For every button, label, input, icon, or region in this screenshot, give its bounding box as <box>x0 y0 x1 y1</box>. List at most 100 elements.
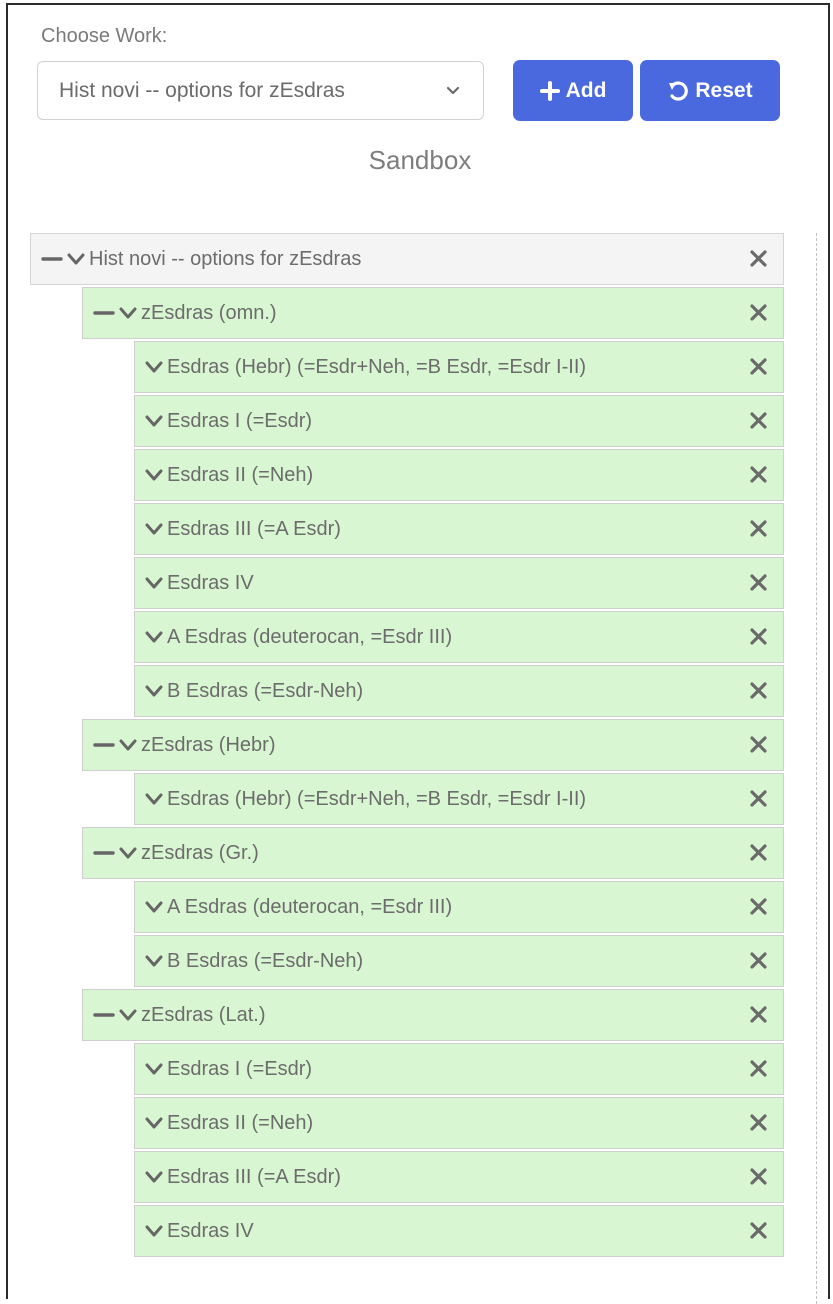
close-icon[interactable] <box>749 1059 768 1078</box>
tree-item-label: Esdras IV <box>167 1219 254 1242</box>
close-icon[interactable] <box>749 573 768 592</box>
chevron-down-icon[interactable] <box>145 468 163 482</box>
chevron-down-icon[interactable] <box>145 1116 163 1130</box>
add-button-label: Add <box>565 78 607 102</box>
tree-item[interactable]: Esdras (Hebr) (=Esdr+Neh, =B Esdr, =Esdr… <box>134 773 784 825</box>
plus-icon <box>539 80 560 101</box>
close-icon[interactable] <box>749 1113 768 1132</box>
close-icon[interactable] <box>749 357 768 376</box>
choose-work-label: Choose Work: <box>41 25 168 47</box>
close-icon[interactable] <box>749 627 768 646</box>
close-icon[interactable] <box>749 843 768 862</box>
tree-item-controls <box>135 1062 163 1076</box>
close-icon[interactable] <box>749 303 768 322</box>
tree-item-label: A Esdras (deuterocan, =Esdr III) <box>167 625 453 648</box>
work-select-value: Hist novi -- options for zEsdras <box>59 78 345 102</box>
tree-item-label: Esdras III (=A Esdr) <box>167 1165 341 1188</box>
chevron-down-icon[interactable] <box>145 630 163 644</box>
tree-item[interactable]: Esdras III (=A Esdr) <box>134 503 784 555</box>
sandbox-title: Sandbox <box>368 145 472 175</box>
tree-item-label: Esdras (Hebr) (=Esdr+Neh, =B Esdr, =Esdr… <box>167 355 587 378</box>
tree-item[interactable]: Esdras II (=Neh) <box>134 1097 784 1149</box>
collapse-minus-icon[interactable] <box>93 739 115 751</box>
collapse-minus-icon[interactable] <box>93 1009 115 1021</box>
chevron-down-icon[interactable] <box>119 306 137 320</box>
tree-item-label: zEsdras (omn.) <box>141 301 277 324</box>
tree-item-controls <box>135 576 163 590</box>
tree-item[interactable]: Esdras II (=Neh) <box>134 449 784 501</box>
tree-item[interactable]: zEsdras (Gr.) <box>82 827 784 879</box>
tree-item[interactable]: zEsdras (omn.) <box>82 287 784 339</box>
close-icon[interactable] <box>749 789 768 808</box>
tree-item[interactable]: Esdras I (=Esdr) <box>134 1043 784 1095</box>
sandbox-panel: Choose Work: Hist novi -- options for zE… <box>6 3 830 1304</box>
tree-item[interactable]: Esdras IV <box>134 1205 784 1257</box>
tree-item-label: Esdras I (=Esdr) <box>167 409 313 432</box>
collapse-minus-icon[interactable] <box>93 307 115 319</box>
tree-item[interactable]: A Esdras (deuterocan, =Esdr III) <box>134 881 784 933</box>
chevron-down-icon[interactable] <box>145 684 163 698</box>
close-icon[interactable] <box>749 951 768 970</box>
close-icon[interactable] <box>749 519 768 538</box>
tree-item-controls <box>135 684 163 698</box>
undo-icon <box>669 80 689 101</box>
tree-item[interactable]: zEsdras (Hebr) <box>82 719 784 771</box>
tree-item-controls <box>135 1224 163 1238</box>
tree-item-controls <box>135 414 163 428</box>
chevron-down-icon[interactable] <box>67 252 85 266</box>
chevron-down-icon[interactable] <box>145 900 163 914</box>
close-icon[interactable] <box>749 1221 768 1240</box>
chevron-down-icon[interactable] <box>145 954 163 968</box>
tree-item-label: Hist novi -- options for zEsdras <box>89 247 362 270</box>
close-icon[interactable] <box>749 897 768 916</box>
tree-item-controls <box>135 468 163 482</box>
chevron-down-icon[interactable] <box>119 1008 137 1022</box>
collapse-minus-icon[interactable] <box>41 253 63 265</box>
close-icon[interactable] <box>749 249 768 268</box>
tree-item[interactable]: Esdras I (=Esdr) <box>134 395 784 447</box>
close-icon[interactable] <box>749 1005 768 1024</box>
tree-item[interactable]: B Esdras (=Esdr-Neh) <box>134 935 784 987</box>
tree-item-label: Esdras II (=Neh) <box>167 463 314 486</box>
chevron-down-icon[interactable] <box>145 1170 163 1184</box>
add-button[interactable]: Add <box>513 60 633 121</box>
close-icon[interactable] <box>749 735 768 754</box>
tree-item-controls <box>135 900 163 914</box>
chevron-down-icon[interactable] <box>145 360 163 374</box>
chevron-down-icon <box>446 86 460 95</box>
tree-item[interactable]: Esdras III (=A Esdr) <box>134 1151 784 1203</box>
tree-item[interactable]: Esdras IV <box>134 557 784 609</box>
reset-button[interactable]: Reset <box>640 60 780 121</box>
tree-item-label: zEsdras (Hebr) <box>141 733 276 756</box>
tree-item-label: Esdras (Hebr) (=Esdr+Neh, =B Esdr, =Esdr… <box>167 787 587 810</box>
tree-item-controls <box>135 1170 163 1184</box>
tree-item-controls <box>135 1116 163 1130</box>
tree-item-controls <box>135 792 163 806</box>
close-icon[interactable] <box>749 1167 768 1186</box>
tree-item-controls <box>135 630 163 644</box>
tree-item[interactable]: B Esdras (=Esdr-Neh) <box>134 665 784 717</box>
chevron-down-icon[interactable] <box>119 738 137 752</box>
close-icon[interactable] <box>749 411 768 430</box>
chevron-down-icon[interactable] <box>145 522 163 536</box>
tree-item-label: Esdras II (=Neh) <box>167 1111 314 1134</box>
collapse-minus-icon[interactable] <box>93 847 115 859</box>
tree-root-item[interactable]: Hist novi -- options for zEsdras <box>30 233 784 285</box>
close-icon[interactable] <box>749 465 768 484</box>
tree-item-label: B Esdras (=Esdr-Neh) <box>167 679 364 702</box>
work-select[interactable]: Hist novi -- options for zEsdras <box>37 61 484 120</box>
chevron-down-icon[interactable] <box>145 1224 163 1238</box>
chevron-down-icon[interactable] <box>145 792 163 806</box>
tree-item-label: B Esdras (=Esdr-Neh) <box>167 949 364 972</box>
tree-item[interactable]: A Esdras (deuterocan, =Esdr III) <box>134 611 784 663</box>
tree-item[interactable]: Esdras (Hebr) (=Esdr+Neh, =B Esdr, =Esdr… <box>134 341 784 393</box>
chevron-down-icon[interactable] <box>145 576 163 590</box>
tree-item[interactable]: zEsdras (Lat.) <box>82 989 784 1041</box>
chevron-down-icon[interactable] <box>145 1062 163 1076</box>
tree-item-label: Esdras IV <box>167 571 254 594</box>
tree-item-controls <box>31 252 85 266</box>
tree-item-controls <box>83 306 137 320</box>
chevron-down-icon[interactable] <box>119 846 137 860</box>
chevron-down-icon[interactable] <box>145 414 163 428</box>
close-icon[interactable] <box>749 681 768 700</box>
